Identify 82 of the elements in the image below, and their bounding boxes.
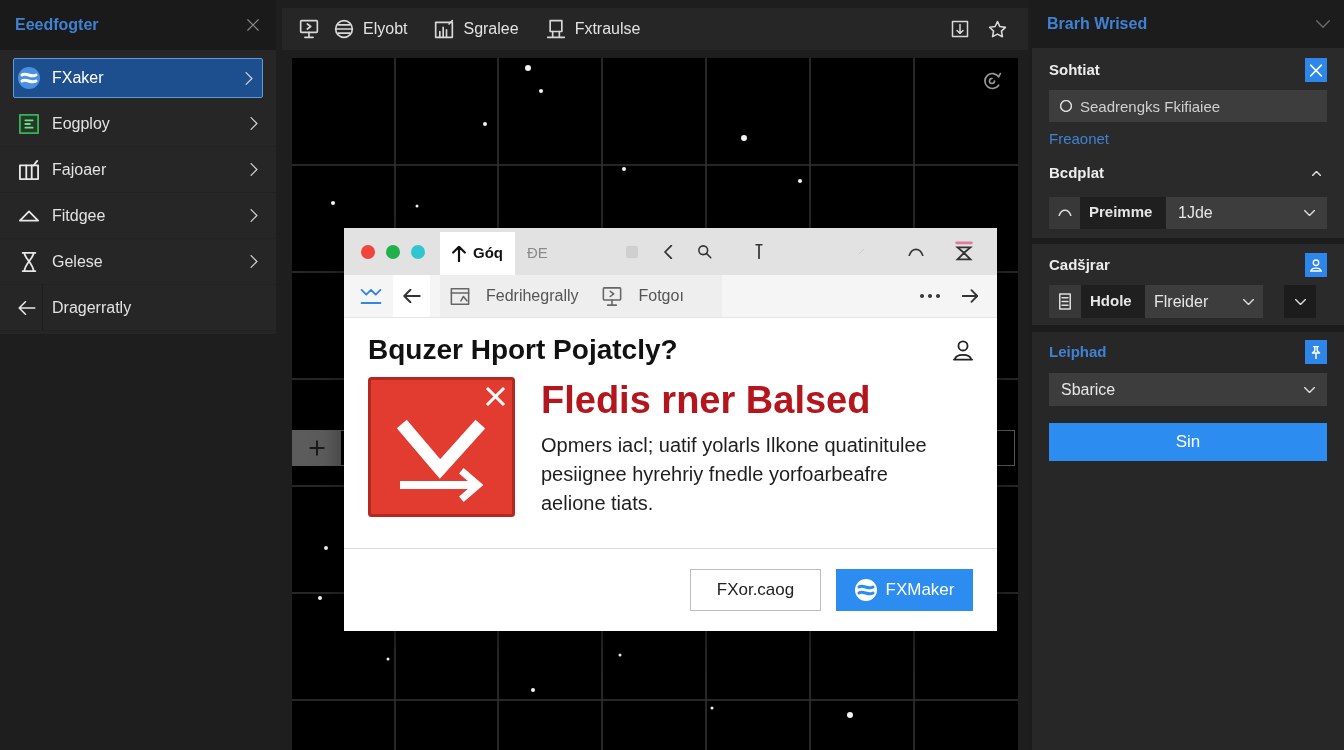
section-title: Sohtiat (1049, 59, 1100, 80)
sidebar-item[interactable]: Gelese (0, 239, 276, 285)
error-message: Opmers iacl; uatif yolarls Ilkone quatinitulee pesiignee hyrehriy fnedle yorfoarbeafre aelione tiats. (541, 433, 928, 516)
user-icon[interactable] (953, 339, 973, 361)
user-button[interactable] (1305, 253, 1327, 277)
select-field[interactable]: Sbarice (1049, 373, 1327, 406)
toolbar-button[interactable]: Elyobt (334, 17, 408, 41)
swirl-icon[interactable] (982, 71, 1002, 91)
chevron-right-icon (250, 163, 258, 176)
more-icon[interactable] (919, 293, 941, 299)
toolbar-button[interactable]: Fxtraulse (545, 17, 641, 41)
sidebar-item[interactable]: Fitdgee (0, 193, 276, 239)
browser-tab[interactable]: Góq (440, 232, 515, 275)
monitor-icon (602, 286, 623, 306)
document-icon (1059, 293, 1071, 310)
arrow-left-icon (402, 289, 421, 303)
pushpin-icon (1310, 345, 1322, 359)
triangle-icon (19, 209, 39, 222)
section-title: Cadšjrar (1049, 254, 1110, 275)
text-cursor-icon[interactable] (755, 244, 763, 259)
box-icon (18, 159, 40, 180)
close-icon (1310, 63, 1322, 77)
chevron-right-icon (250, 255, 258, 268)
pin-button[interactable] (1305, 340, 1327, 364)
window-icon (450, 286, 470, 306)
chevron-down-icon (1294, 298, 1306, 305)
section-subtitle: Bcdplat (1049, 163, 1104, 184)
dropdown-button[interactable] (1284, 285, 1316, 318)
chevron-right-icon (250, 117, 258, 130)
chevron-down-icon (1243, 298, 1254, 305)
icon-button[interactable] (1049, 196, 1080, 229)
arc-icon (1057, 209, 1072, 216)
panel-title: Brarh Wrised (1047, 14, 1148, 34)
chevron-right-icon (245, 71, 253, 85)
sidebar-item[interactable]: FXaker (13, 58, 263, 98)
select-field[interactable]: Flreider (1145, 285, 1263, 318)
search-field[interactable]: Seadrengks Fkifiaiee (1049, 90, 1327, 122)
globe-icon (18, 67, 40, 89)
sidebar-item[interactable]: Fajoaer (0, 147, 276, 193)
caret-up-icon[interactable] (1312, 171, 1321, 176)
arrow-left-icon (18, 300, 36, 315)
globe-icon (334, 19, 354, 39)
hourglass-icon (20, 251, 38, 272)
field-label: Hdole (1081, 285, 1145, 318)
toolbar-button[interactable]: Sgralee (434, 17, 519, 41)
monitor-icon[interactable] (299, 19, 319, 39)
plus-icon (309, 440, 325, 456)
list-box-icon (19, 112, 39, 135)
bookmark-item[interactable]: Fotgoı (602, 284, 684, 308)
section-title: Leiphad (1049, 341, 1107, 362)
arc-icon[interactable] (907, 247, 925, 256)
chevron-down-icon (1304, 386, 1315, 393)
search-icon[interactable] (697, 244, 712, 259)
text-link[interactable]: Freaonet (1049, 128, 1110, 151)
sidebar-item[interactable]: Eogploy (0, 101, 276, 147)
sidebar-item[interactable]: Dragerratly (0, 285, 276, 331)
globe-icon (854, 579, 877, 601)
close-icon[interactable] (246, 18, 260, 32)
back-button[interactable] (393, 275, 430, 317)
chevron-down-icon (1304, 209, 1315, 216)
monitor-stand-icon (545, 19, 566, 39)
star-icon[interactable] (988, 19, 1007, 39)
arrow-right-icon[interactable] (962, 289, 978, 303)
select-field[interactable]: 1Jde (1166, 196, 1327, 229)
add-button[interactable] (293, 431, 341, 465)
error-headline: Fledis rner Balsed (541, 378, 872, 423)
chevron-down-icon[interactable] (1316, 20, 1330, 28)
secondary-button[interactable]: FXor.caog (690, 569, 821, 611)
hourglass-icon[interactable] (953, 240, 975, 263)
field-label: Preimme (1080, 196, 1166, 229)
download-box-icon[interactable] (951, 20, 969, 38)
sidebar-title: Eeedfogter (15, 15, 99, 35)
chart-icon (434, 19, 455, 39)
bookmark-item[interactable]: Fedrihegrally (450, 284, 579, 308)
user-icon (1310, 258, 1322, 272)
arrow-up-icon (452, 245, 466, 262)
dialog-title: Bquzer Hport Pojatcly? (368, 333, 678, 367)
chevron-left-icon[interactable] (664, 244, 673, 259)
close-button[interactable] (1305, 58, 1327, 82)
chevron-right-icon (250, 209, 258, 222)
wave-icon[interactable] (360, 288, 382, 304)
icon-button[interactable] (1049, 285, 1081, 318)
